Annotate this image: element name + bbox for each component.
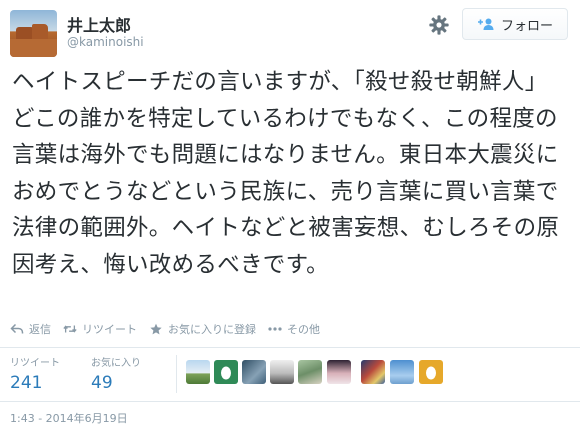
add-user-icon <box>477 18 494 30</box>
star-icon <box>150 323 162 335</box>
display-name[interactable]: 井上太郎 <box>67 12 131 36</box>
retweeter-avatar[interactable] <box>327 360 351 384</box>
reply-label: 返信 <box>29 323 51 336</box>
favorite-label: お気に入りに登録 <box>168 323 256 336</box>
favorites-label: お気に入り <box>91 358 141 369</box>
more-icon <box>268 327 282 331</box>
retweeter-avatar[interactable] <box>214 360 238 384</box>
user-handle[interactable]: @kaminoishi <box>67 35 144 49</box>
divider <box>0 401 580 402</box>
favorite-stat[interactable]: お気に入り 49 <box>91 354 141 393</box>
more-action[interactable]: その他 <box>268 321 320 337</box>
tweet-text: ヘイトスピーチだの言いますが、「殺せ殺せ朝鮮人」どこの誰かを特定しているわけでも… <box>12 69 560 278</box>
egg-icon <box>426 366 436 380</box>
retweeter-avatar[interactable] <box>186 360 210 384</box>
retweet-icon <box>63 325 77 333</box>
retweet-stat[interactable]: リツイート 241 <box>10 354 60 393</box>
egg-icon <box>221 366 231 380</box>
reply-action[interactable]: 返信 <box>10 321 51 337</box>
retweets-label: リツイート <box>10 358 60 369</box>
retweet-action[interactable]: リツイート <box>63 321 137 337</box>
follow-label: フォロー <box>500 18 553 34</box>
retweeter-avatar[interactable] <box>361 360 385 384</box>
favorite-action[interactable]: お気に入りに登録 <box>149 321 256 337</box>
retweeter-avatar[interactable] <box>270 360 294 384</box>
follow-button[interactable]: フォロー <box>462 8 568 40</box>
retweeter-avatar[interactable] <box>419 360 443 384</box>
retweet-label: リツイート <box>82 323 137 336</box>
avatar-ground <box>10 39 57 57</box>
more-label: その他 <box>287 323 320 336</box>
reply-icon <box>10 323 24 334</box>
tweet-actions: 返信 リツイート お気に入りに登録 その他 <box>10 320 332 338</box>
retweets-count: 241 <box>10 373 43 393</box>
user-avatar[interactable] <box>10 10 57 57</box>
divider <box>0 347 580 348</box>
stat-separator <box>176 355 177 393</box>
favorites-count: 49 <box>91 373 113 393</box>
gear-icon[interactable] <box>428 14 450 36</box>
avatar-rock <box>32 24 48 39</box>
retweeter-avatar[interactable] <box>298 360 322 384</box>
tweet-timestamp[interactable]: 1:43 - 2014年6月19日 <box>10 410 128 426</box>
retweeter-avatar[interactable] <box>242 360 266 384</box>
retweeter-avatar[interactable] <box>390 360 414 384</box>
